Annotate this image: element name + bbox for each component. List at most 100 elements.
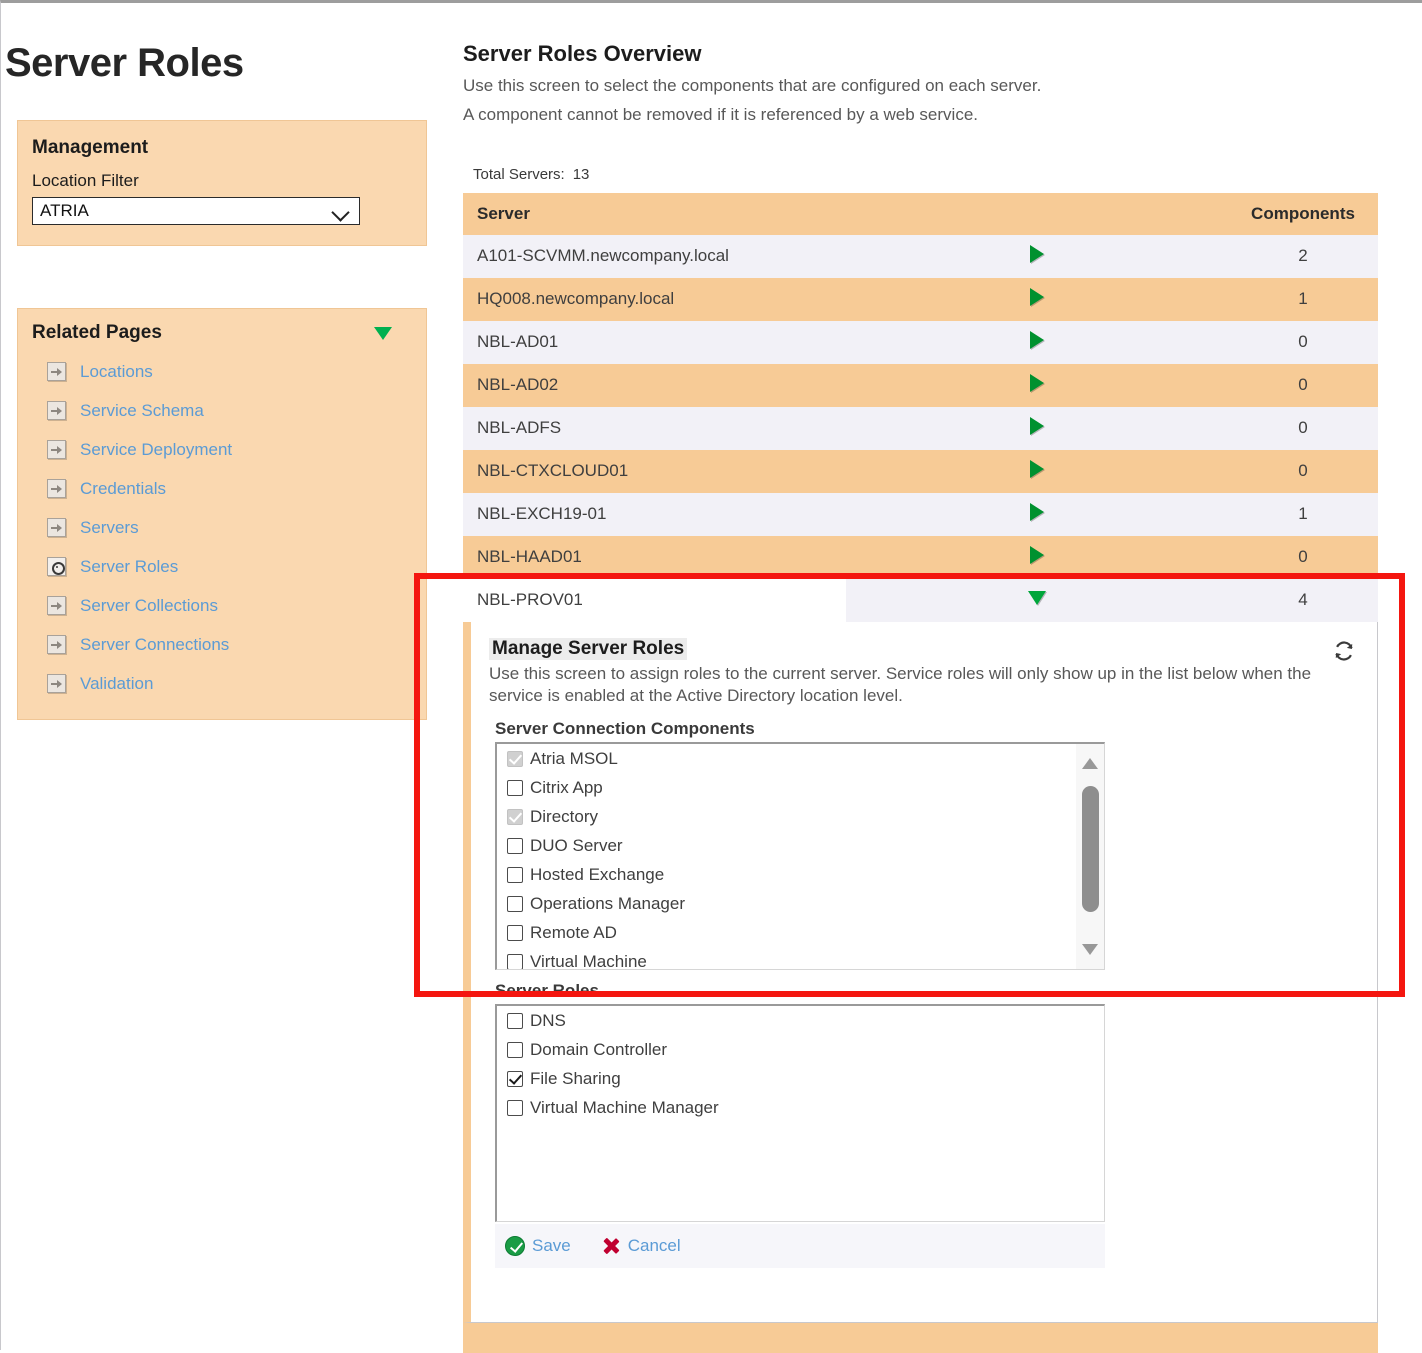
components-count-cell: 0 bbox=[1228, 536, 1378, 579]
cancel-button[interactable]: Cancel bbox=[601, 1236, 681, 1256]
sidebar-item-label: Locations bbox=[80, 362, 153, 382]
table-row[interactable]: NBL-HAAD01 0 bbox=[463, 536, 1378, 579]
row-expand-toggle[interactable] bbox=[846, 407, 1229, 450]
component-label: Remote AD bbox=[530, 923, 617, 943]
sidebar-item-validation[interactable]: Validation bbox=[32, 664, 412, 703]
table-row[interactable]: NBL-ADFS0 bbox=[463, 407, 1378, 450]
component-checkbox[interactable] bbox=[507, 954, 523, 970]
sidebar-item-server-connections[interactable]: Server Connections bbox=[32, 625, 412, 664]
sidebar-item-service-deployment[interactable]: Service Deployment bbox=[32, 430, 412, 469]
component-checkbox[interactable] bbox=[507, 780, 523, 796]
row-expand-toggle[interactable] bbox=[846, 364, 1229, 407]
link-arrow-icon bbox=[47, 401, 66, 420]
row-expand-toggle[interactable] bbox=[846, 450, 1229, 493]
server-name-cell: NBL-CTXCLOUD01 bbox=[463, 450, 846, 493]
role-checkbox[interactable] bbox=[507, 1042, 523, 1058]
component-label: Directory bbox=[530, 807, 598, 827]
server-table-header-row: Server Components bbox=[463, 193, 1378, 235]
component-item[interactable]: Virtual Machine bbox=[497, 947, 1104, 970]
role-checkbox[interactable] bbox=[507, 1013, 523, 1029]
sidebar-item-server-roles[interactable]: Server Roles bbox=[32, 547, 412, 586]
component-item[interactable]: Operations Manager bbox=[497, 889, 1104, 918]
components-count-cell: 0 bbox=[1228, 364, 1378, 407]
location-filter-value: ATRIA bbox=[40, 201, 89, 221]
column-header-server: Server bbox=[463, 193, 846, 235]
column-header-spacer bbox=[846, 193, 1229, 235]
link-arrow-icon bbox=[47, 362, 66, 381]
server-name-cell: NBL-PROV01 bbox=[463, 579, 846, 622]
save-label: Save bbox=[532, 1236, 571, 1256]
link-arrow-icon bbox=[47, 440, 66, 459]
sidebar-item-server-collections[interactable]: Server Collections bbox=[32, 586, 412, 625]
server-table-body: A101-SCVMM.newcompany.local2HQ008.newcom… bbox=[463, 235, 1378, 1324]
role-checkbox[interactable] bbox=[507, 1100, 523, 1116]
row-expand-toggle[interactable] bbox=[846, 235, 1229, 278]
table-row[interactable]: A101-SCVMM.newcompany.local2 bbox=[463, 235, 1378, 278]
row-expand-toggle[interactable] bbox=[846, 321, 1229, 364]
components-scrollbar[interactable] bbox=[1076, 744, 1104, 969]
management-panel: Management Location Filter ATRIA bbox=[17, 120, 427, 246]
row-expand-toggle[interactable] bbox=[846, 579, 1229, 622]
role-item[interactable]: Virtual Machine Manager bbox=[497, 1093, 1104, 1122]
sidebar-item-service-schema[interactable]: Service Schema bbox=[32, 391, 412, 430]
expanded-detail-row: Manage Server RolesUse this screen to as… bbox=[463, 622, 1378, 1324]
server-name-cell: NBL-ADFS bbox=[463, 407, 846, 450]
server-name-cell: NBL-HAAD01 bbox=[463, 536, 846, 579]
component-label: Hosted Exchange bbox=[530, 865, 664, 885]
table-row[interactable]: NBL-CTXCLOUD010 bbox=[463, 450, 1378, 493]
scrollbar-thumb[interactable] bbox=[1082, 786, 1099, 912]
component-label: Atria MSOL bbox=[530, 749, 618, 769]
role-item[interactable]: DNS bbox=[497, 1006, 1104, 1035]
component-checkbox[interactable] bbox=[507, 925, 523, 941]
triangle-right-icon bbox=[1030, 331, 1044, 349]
sidebar-item-label: Validation bbox=[80, 674, 153, 694]
sidebar-item-credentials[interactable]: Credentials bbox=[32, 469, 412, 508]
refresh-icon[interactable] bbox=[1331, 638, 1357, 664]
component-checkbox[interactable] bbox=[507, 867, 523, 883]
chevron-down-icon bbox=[333, 204, 349, 220]
overview-subtitle-line2: A component cannot be removed if it is r… bbox=[463, 104, 1378, 125]
components-count-cell: 0 bbox=[1228, 321, 1378, 364]
role-label: DNS bbox=[530, 1011, 566, 1031]
table-row[interactable]: NBL-AD010 bbox=[463, 321, 1378, 364]
panel-bottom-spacer bbox=[489, 1268, 1359, 1322]
component-item[interactable]: Atria MSOL bbox=[497, 744, 1104, 773]
overview-title: Server Roles Overview bbox=[463, 41, 1378, 67]
component-checkbox[interactable] bbox=[507, 838, 523, 854]
role-item[interactable]: Domain Controller bbox=[497, 1035, 1104, 1064]
triangle-right-icon bbox=[1030, 460, 1044, 478]
component-item[interactable]: Remote AD bbox=[497, 918, 1104, 947]
component-checkbox[interactable] bbox=[507, 896, 523, 912]
component-item[interactable]: Citrix App bbox=[497, 773, 1104, 802]
sidebar-item-locations[interactable]: Locations bbox=[32, 352, 412, 391]
table-row[interactable]: NBL-AD020 bbox=[463, 364, 1378, 407]
component-label: Operations Manager bbox=[530, 894, 685, 914]
scroll-up-arrow-icon[interactable] bbox=[1082, 758, 1098, 769]
scroll-down-arrow-icon[interactable] bbox=[1082, 944, 1098, 955]
role-item[interactable]: File Sharing bbox=[497, 1064, 1104, 1093]
link-arrow-icon bbox=[47, 518, 66, 537]
role-checkbox[interactable] bbox=[507, 1071, 523, 1087]
server-connection-components-listbox[interactable]: Atria MSOL Citrix App Directory DUO Server H… bbox=[495, 742, 1105, 970]
collapse-triangle-icon[interactable] bbox=[374, 327, 392, 340]
sidebar-item-label: Credentials bbox=[80, 479, 166, 499]
expanded-detail-cell: Manage Server RolesUse this screen to as… bbox=[463, 622, 1378, 1324]
row-expand-toggle[interactable] bbox=[846, 536, 1229, 579]
save-button[interactable]: Save bbox=[505, 1236, 571, 1256]
component-item[interactable]: DUO Server bbox=[497, 831, 1104, 860]
close-x-icon bbox=[601, 1236, 621, 1256]
table-row[interactable]: NBL-PROV014 bbox=[463, 579, 1378, 622]
triangle-right-icon bbox=[1030, 503, 1044, 521]
location-filter-select[interactable]: ATRIA bbox=[32, 197, 360, 225]
row-expand-toggle[interactable] bbox=[846, 493, 1229, 536]
component-item[interactable]: Directory bbox=[497, 802, 1104, 831]
server-roles-listbox[interactable]: DNS Domain ControllerFile SharingVirtual … bbox=[495, 1004, 1105, 1222]
sidebar-item-servers[interactable]: Servers bbox=[32, 508, 412, 547]
location-filter-label: Location Filter bbox=[32, 171, 412, 191]
table-row[interactable]: NBL-EXCH19-011 bbox=[463, 493, 1378, 536]
cancel-label: Cancel bbox=[628, 1236, 681, 1256]
row-expand-toggle[interactable] bbox=[846, 278, 1229, 321]
component-checkbox bbox=[507, 809, 523, 825]
table-row[interactable]: HQ008.newcompany.local1 bbox=[463, 278, 1378, 321]
component-item[interactable]: Hosted Exchange bbox=[497, 860, 1104, 889]
